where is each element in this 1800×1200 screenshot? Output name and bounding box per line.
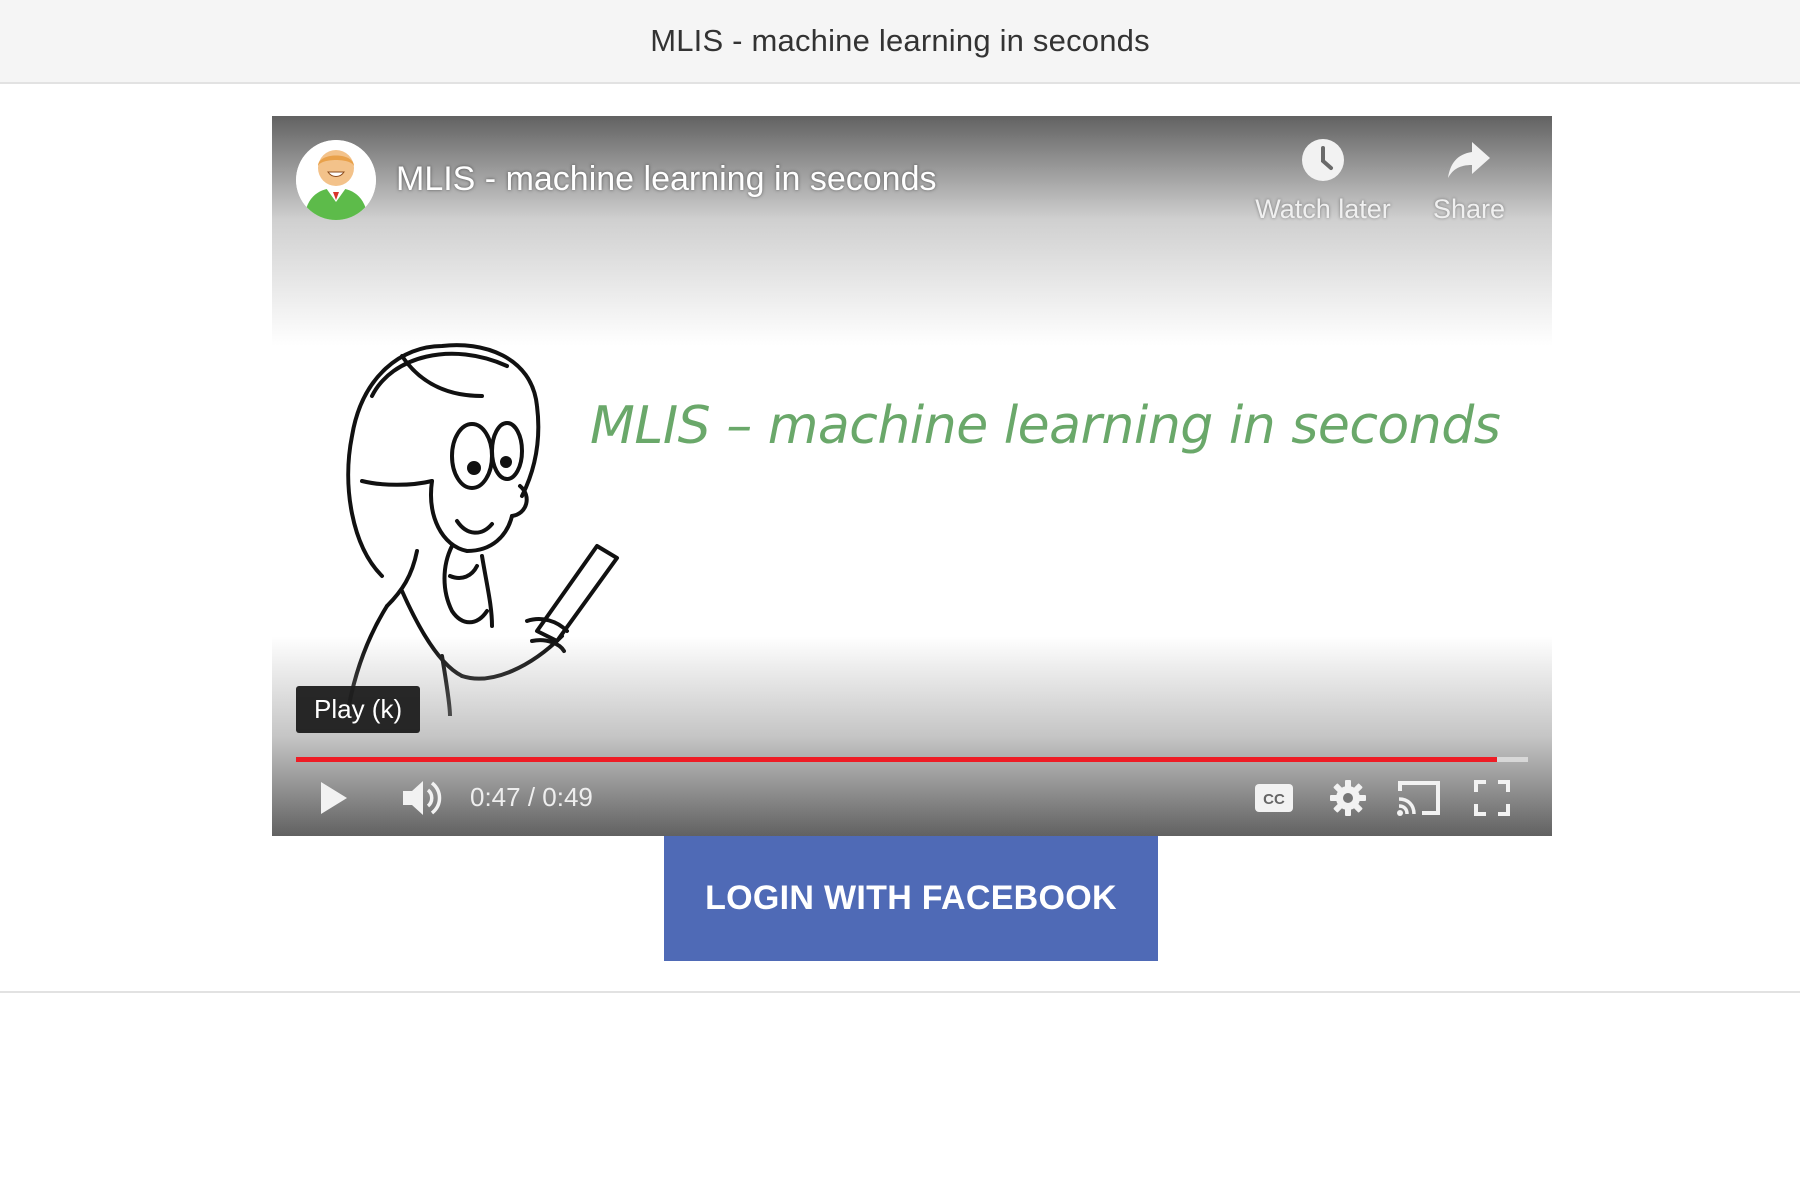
play-tooltip: Play (k) [296, 686, 421, 733]
video-title[interactable]: MLIS - machine learning in seconds [396, 160, 937, 199]
cc-icon: CC [1255, 784, 1293, 812]
video-overlay-text: MLIS – machine learning in seconds [590, 396, 1501, 456]
gear-icon [1330, 780, 1366, 816]
video-player[interactable]: MLIS – machine learning in seconds MLIS … [272, 116, 1552, 836]
captions-button[interactable]: CC [1252, 778, 1296, 818]
page-header: MLIS - machine learning in seconds [0, 0, 1800, 84]
progress-bar[interactable] [296, 757, 1528, 762]
cast-icon [1397, 781, 1440, 816]
fullscreen-icon [1474, 780, 1510, 816]
page-title: MLIS - machine learning in seconds [650, 23, 1150, 58]
watch-later-button[interactable]: Watch later [1248, 138, 1398, 225]
login-with-facebook-button[interactable]: LOGIN WITH FACEBOOK [664, 836, 1158, 961]
page-divider [0, 991, 1800, 993]
fullscreen-button[interactable] [1470, 776, 1514, 820]
svg-text:CC: CC [1263, 791, 1285, 808]
time-display: 0:47 / 0:49 [470, 782, 593, 812]
channel-avatar-icon[interactable] [296, 140, 376, 220]
share-arrow-icon [1448, 142, 1490, 178]
settings-button[interactable] [1326, 776, 1370, 820]
volume-icon [403, 781, 442, 815]
volume-button[interactable] [400, 776, 444, 820]
clock-icon [1302, 139, 1344, 181]
share-label: Share [1432, 194, 1506, 224]
watch-later-label: Watch later [1255, 194, 1391, 224]
play-button[interactable] [312, 776, 356, 820]
cast-button[interactable] [1394, 776, 1444, 820]
play-icon [321, 782, 347, 814]
share-button[interactable]: Share [1394, 138, 1544, 225]
progress-played [296, 757, 1498, 762]
